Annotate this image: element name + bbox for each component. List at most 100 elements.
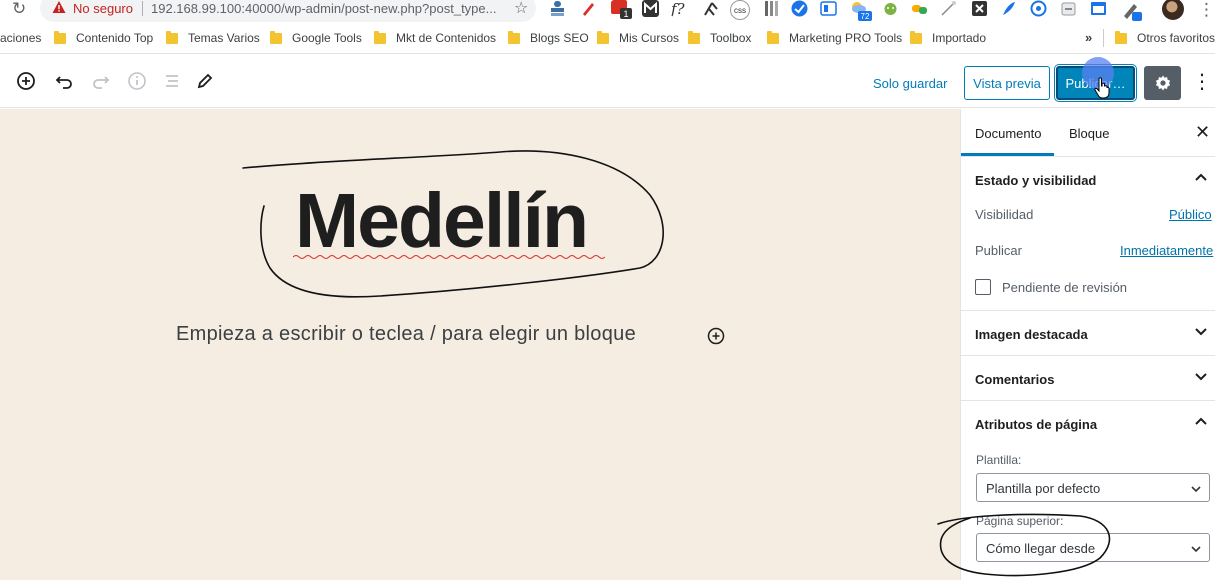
extension-wand-icon[interactable]: [940, 0, 957, 17]
warning-icon: [52, 1, 66, 13]
edit-pencil-icon[interactable]: [193, 69, 217, 93]
panel-comments[interactable]: Comentarios: [961, 356, 1215, 401]
profile-avatar[interactable]: [1162, 0, 1184, 20]
omnibox-separator: [142, 1, 143, 16]
extension-pick-icon[interactable]: [702, 0, 719, 17]
panel-page-attributes[interactable]: Atributos de página: [961, 401, 1215, 446]
block-placeholder[interactable]: Empieza a escribir o teclea / para elegi…: [176, 323, 636, 346]
spellcheck-underline: [293, 255, 605, 259]
bookmark-item[interactable]: Google Tools: [270, 30, 362, 45]
extension-pen-icon[interactable]: [580, 0, 597, 17]
bookmark-item[interactable]: aciones: [0, 31, 41, 45]
bookmarks-separator: [1103, 29, 1104, 47]
extension-window-icon[interactable]: [1090, 0, 1107, 17]
outline-icon[interactable]: [160, 69, 184, 93]
folder-icon: [166, 30, 178, 44]
settings-button[interactable]: [1144, 66, 1181, 100]
extension-card-icon[interactable]: [820, 0, 837, 17]
extension-f-icon[interactable]: f?: [671, 0, 691, 17]
bookmark-item[interactable]: Temas Varios: [166, 30, 260, 45]
more-bookmarks-button[interactable]: »: [1085, 30, 1092, 45]
extension-css-text: css: [734, 6, 746, 15]
editor-canvas[interactable]: Medellín Empieza a escribir o teclea / p…: [0, 109, 960, 580]
folder-icon: [910, 30, 922, 44]
visibility-label: Visibilidad: [975, 207, 1034, 222]
bookmark-label: Mkt de Contenidos: [396, 31, 497, 45]
publish-date-link[interactable]: Inmediatamente: [1120, 243, 1213, 258]
preview-button[interactable]: Vista previa: [964, 66, 1050, 100]
bookmark-item[interactable]: Marketing PRO Tools: [767, 30, 903, 45]
close-icon[interactable]: ✕: [1195, 122, 1210, 143]
panel-title: Comentarios: [975, 372, 1055, 387]
extension-m-icon[interactable]: [642, 0, 659, 17]
panel-title: Imagen destacada: [975, 327, 1088, 342]
bookmark-label: Toolbox: [710, 31, 752, 45]
bookmark-label: Marketing PRO Tools: [789, 31, 903, 45]
parent-page-label: Página superior:: [976, 514, 1064, 528]
omnibox[interactable]: No seguro 192.168.99.100:40000/wp-admin/…: [40, 0, 536, 22]
info-icon[interactable]: [125, 69, 149, 93]
browser-address-row: ↻ No seguro 192.168.99.100:40000/wp-admi…: [0, 0, 1215, 22]
bookmark-item[interactable]: Mis Cursos: [597, 30, 679, 45]
redo-icon[interactable]: [89, 69, 113, 93]
reload-icon[interactable]: ↻: [12, 0, 26, 19]
panel-title: Estado y visibilidad: [975, 173, 1097, 188]
extension-bars-icon[interactable]: [763, 0, 780, 17]
inline-add-block-icon[interactable]: [706, 326, 726, 346]
save-draft-button[interactable]: Solo guardar: [873, 76, 947, 91]
panel-featured-image[interactable]: Imagen destacada: [961, 311, 1215, 356]
hand-cursor-icon: [1094, 77, 1110, 99]
bookmark-label: Temas Varios: [188, 31, 260, 45]
extension-x-icon[interactable]: [971, 0, 988, 17]
chevron-down-icon: [1191, 546, 1201, 553]
extension-badge-icon[interactable]: 1: [611, 0, 633, 20]
chevron-up-icon: [1195, 417, 1207, 425]
tab-document[interactable]: Documento: [975, 126, 1041, 141]
folder-icon: [374, 30, 386, 44]
bookmark-item[interactable]: Toolbox: [688, 30, 752, 45]
bookmark-item[interactable]: Blogs SEO: [508, 30, 589, 45]
more-options-icon[interactable]: ⋮: [1192, 69, 1212, 93]
panel-title: Atributos de página: [975, 417, 1098, 432]
pending-review-checkbox[interactable]: [975, 279, 991, 295]
extension-weather-icon[interactable]: 72: [849, 0, 873, 22]
extension-css-icon[interactable]: css: [729, 0, 751, 20]
chevron-up-icon: [1195, 173, 1207, 181]
gear-icon: [1155, 75, 1170, 91]
url-text[interactable]: 192.168.99.100:40000/wp-admin/post-new.p…: [151, 1, 496, 16]
folder-icon: [1115, 30, 1127, 44]
bookmark-label: aciones: [0, 31, 42, 45]
extension-picker-icon[interactable]: [1121, 0, 1143, 22]
extension-cloud-icon[interactable]: [911, 0, 928, 17]
security-warning-text[interactable]: No seguro: [73, 1, 133, 16]
browser-menu-icon[interactable]: ⋮: [1198, 0, 1215, 20]
extension-c-icon[interactable]: [1030, 0, 1047, 17]
extension-lock-icon[interactable]: [1060, 0, 1077, 17]
other-favorites[interactable]: Otros favoritos: [1115, 30, 1215, 45]
chevron-down-icon: [1191, 486, 1201, 493]
bookmark-item[interactable]: Mkt de Contenidos: [374, 30, 497, 45]
publish-label: Publicar: [975, 243, 1022, 258]
visibility-link[interactable]: Público: [1169, 207, 1212, 222]
extension-android-icon[interactable]: [882, 0, 899, 17]
add-block-icon[interactable]: [14, 69, 38, 93]
panel-status-visibility[interactable]: Estado y visibilidad: [961, 157, 1215, 202]
settings-sidebar: Documento Bloque ✕ Estado y visibilidad …: [960, 109, 1215, 580]
bookmark-label: Blogs SEO: [530, 31, 589, 45]
bookmark-item[interactable]: Contenido Top: [54, 30, 154, 45]
post-title[interactable]: Medellín: [295, 183, 589, 260]
bookmark-star-icon[interactable]: ☆: [514, 0, 528, 17]
bookmark-item[interactable]: Importado: [910, 30, 986, 45]
extension-weather-count: 72: [861, 12, 870, 21]
pending-review-label[interactable]: Pendiente de revisión: [1002, 280, 1127, 295]
tab-block[interactable]: Bloque: [1069, 126, 1109, 141]
template-select[interactable]: Plantilla por defecto: [976, 473, 1210, 502]
extension-stamp-icon[interactable]: [549, 0, 566, 17]
bookmark-label: Contenido Top: [76, 31, 154, 45]
extension-check-icon[interactable]: [791, 0, 808, 17]
undo-icon[interactable]: [52, 69, 76, 93]
extension-feather-icon[interactable]: [1000, 0, 1017, 17]
chevron-down-icon: [1195, 328, 1207, 336]
parent-page-select[interactable]: Cómo llegar desde: [976, 533, 1210, 562]
parent-page-select-value: Cómo llegar desde: [986, 541, 1096, 556]
